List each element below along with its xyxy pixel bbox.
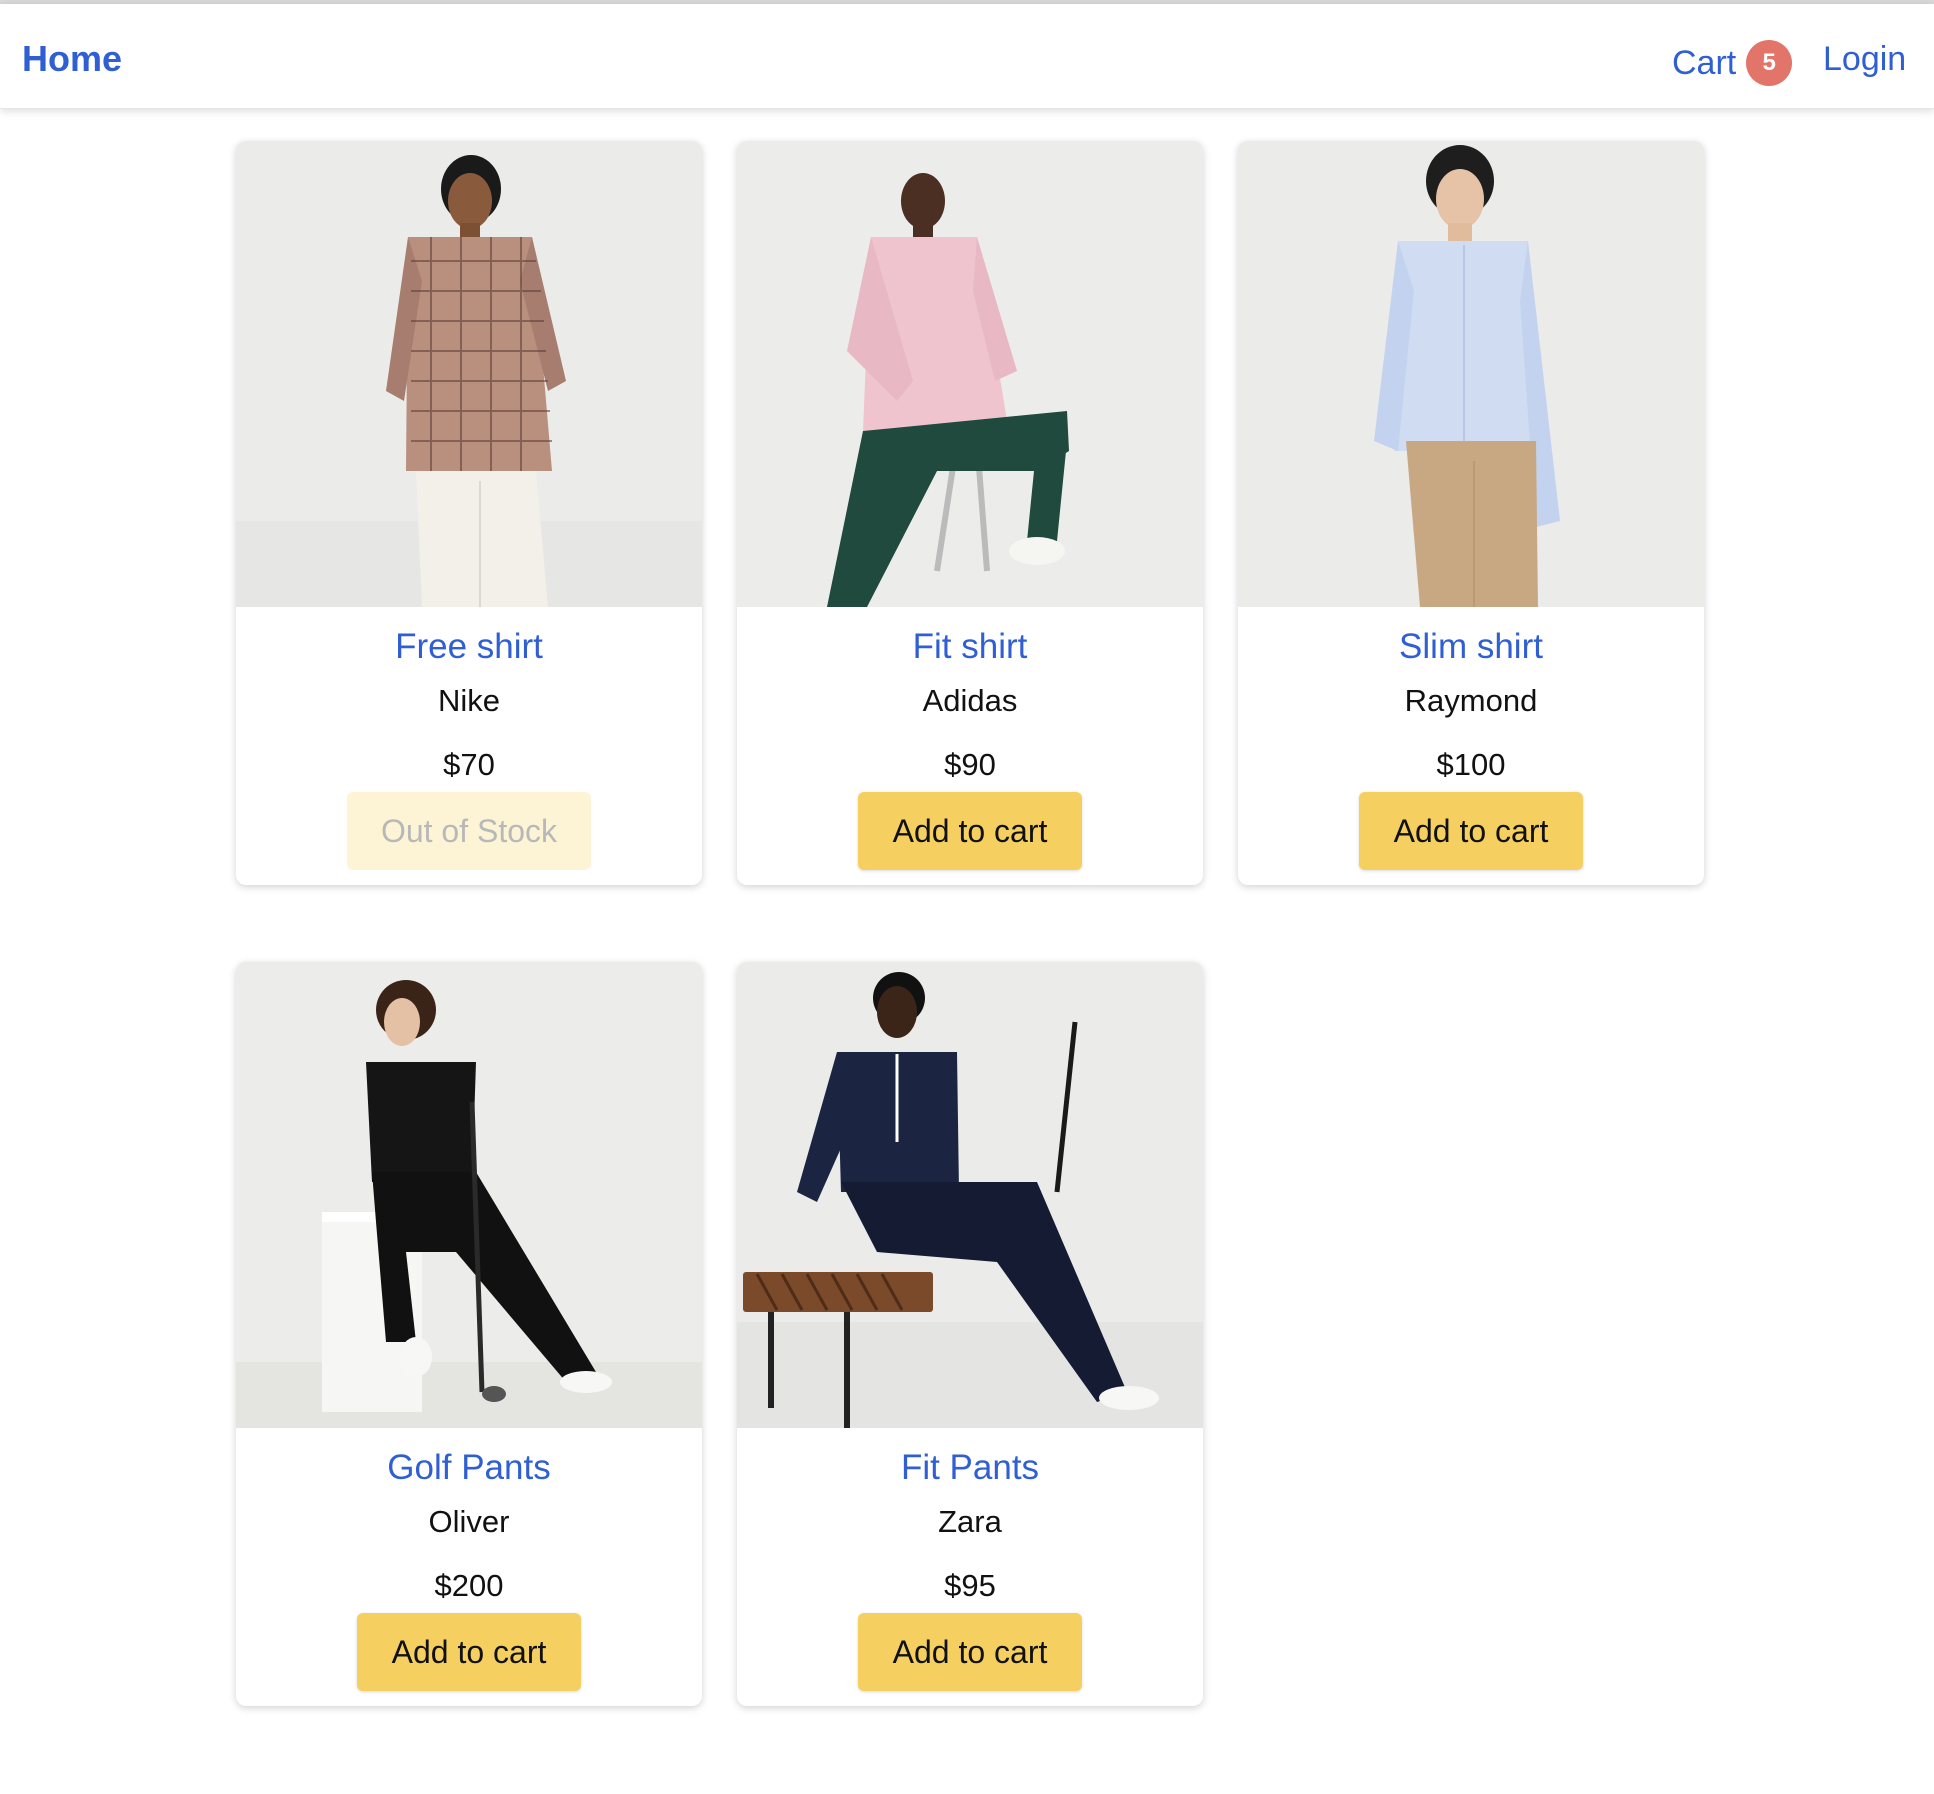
product-image[interactable] (737, 141, 1203, 607)
product-image[interactable] (236, 962, 702, 1428)
model-pink-shirt-photo (737, 141, 1203, 607)
product-card: Fit shirt Adidas $90 Add to cart (737, 141, 1203, 885)
product-brand: Zara (938, 1504, 1002, 1539)
product-image[interactable] (236, 141, 702, 607)
cart-link[interactable]: Cart 5 (1672, 40, 1793, 86)
product-price: $100 (1436, 747, 1506, 782)
product-title-link[interactable]: Golf Pants (236, 1448, 702, 1488)
product-card: Slim shirt Raymond $100 Add to cart (1238, 141, 1704, 885)
product-brand: Raymond (1404, 683, 1538, 718)
home-link[interactable]: Home (22, 38, 122, 80)
add-to-cart-button[interactable]: Add to cart (858, 1613, 1082, 1691)
add-to-cart-button[interactable]: Add to cart (1359, 792, 1583, 870)
model-black-golf-pants-photo (236, 962, 702, 1428)
product-title-link[interactable]: Fit shirt (737, 627, 1203, 667)
add-to-cart-button[interactable]: Add to cart (858, 792, 1082, 870)
navbar: Home Cart 5 Login (0, 4, 1934, 109)
product-image[interactable] (1238, 141, 1704, 607)
model-navy-pants-photo (737, 962, 1203, 1428)
product-title-link[interactable]: Fit Pants (737, 1448, 1203, 1488)
model-light-blue-shirt-photo (1238, 141, 1704, 607)
product-title-link[interactable]: Slim shirt (1238, 627, 1704, 667)
product-card: Free shirt Nike $70 Out of Stock (236, 141, 702, 885)
product-card: Fit Pants Zara $95 Add to cart (737, 962, 1203, 1706)
product-image[interactable] (737, 962, 1203, 1428)
product-price: $95 (944, 1568, 996, 1603)
cart-label: Cart (1672, 43, 1737, 82)
cart-count-badge: 5 (1746, 40, 1793, 86)
product-price: $90 (944, 747, 996, 782)
model-checked-shirt-photo (236, 141, 702, 607)
login-link[interactable]: Login (1823, 40, 1906, 79)
product-price: $200 (434, 1568, 504, 1603)
product-brand: Nike (437, 683, 500, 718)
add-to-cart-button[interactable]: Add to cart (357, 1613, 581, 1691)
product-brand: Adidas (922, 683, 1018, 718)
out-of-stock-button[interactable]: Out of Stock (347, 792, 591, 870)
product-brand: Oliver (428, 1504, 510, 1539)
product-price: $70 (443, 747, 495, 782)
product-card: Golf Pants Oliver $200 Add to cart (236, 962, 702, 1706)
product-title-link[interactable]: Free shirt (236, 627, 702, 667)
